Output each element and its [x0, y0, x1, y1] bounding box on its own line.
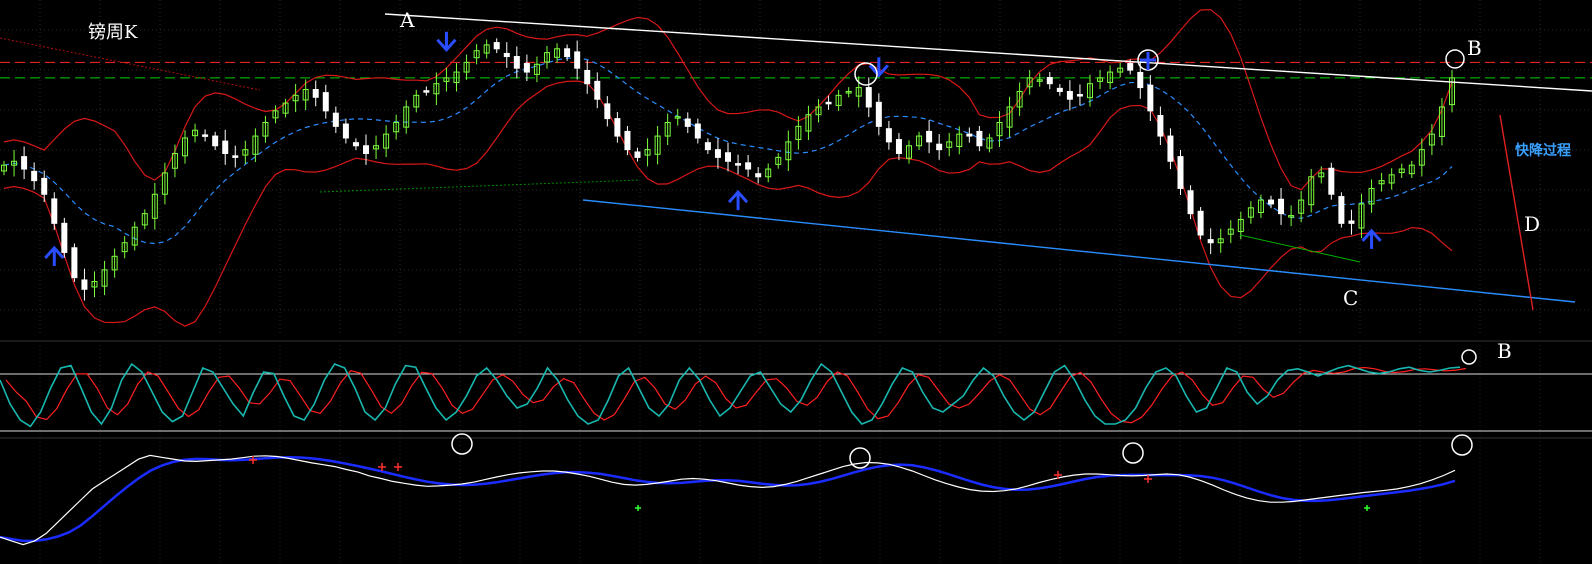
- candle-body: [875, 101, 882, 127]
- candle-body: [684, 118, 691, 127]
- divergence-line: [1239, 234, 1361, 263]
- candle-body: [725, 152, 731, 162]
- candle-body: [614, 118, 621, 137]
- candle-body: [735, 163, 742, 166]
- candle-body: [1167, 135, 1174, 162]
- circle-marker: [854, 62, 878, 86]
- candle-body: [1268, 199, 1274, 205]
- candle-body: [342, 123, 349, 139]
- label-b: B: [1467, 36, 1482, 60]
- candle-body: [71, 247, 78, 279]
- label-a: A: [400, 8, 415, 32]
- circle-marker: [849, 447, 871, 469]
- candle-body: [1177, 156, 1184, 189]
- candle-body: [926, 130, 933, 143]
- candle-body: [21, 156, 28, 170]
- candle-body: [1278, 198, 1285, 215]
- candle-body: [1207, 239, 1214, 244]
- candle-body: [936, 143, 943, 151]
- candle-body: [41, 177, 48, 195]
- candle-body: [574, 51, 581, 69]
- label-c: C: [1343, 286, 1359, 310]
- label-fast-drop: 快降过程: [1515, 143, 1571, 159]
- candle-body: [624, 130, 631, 151]
- candle-body: [1076, 94, 1083, 97]
- ma-long-dotted: [0, 37, 261, 91]
- buy-arrow-icon: [44, 245, 65, 266]
- candle-body: [503, 52, 510, 58]
- candle-body: [895, 139, 902, 155]
- label-d: D: [1524, 212, 1541, 236]
- macd-line: [0, 454, 1456, 546]
- label-b-oscillator: B: [1497, 339, 1512, 363]
- osc-d-line: [5, 366, 1467, 424]
- candle-body: [1197, 210, 1204, 236]
- candle-body: [825, 101, 832, 105]
- price-chart: [0, 0, 1592, 564]
- candle-body: [1127, 63, 1134, 71]
- candle-body: [604, 103, 611, 120]
- candle-body: [1046, 76, 1053, 85]
- sell-arrow-icon: [436, 31, 457, 52]
- candle-body: [755, 173, 762, 178]
- candle-body: [1066, 90, 1073, 100]
- candle-body: [363, 145, 369, 155]
- candle-body: [232, 155, 239, 158]
- candle-body: [31, 170, 38, 182]
- green-plus-icon: [1364, 505, 1370, 511]
- candle-body: [202, 134, 209, 137]
- chart-title: 镑周K: [88, 22, 138, 43]
- candle-body: [1157, 115, 1164, 137]
- candle-body: [1348, 220, 1355, 224]
- candle-body: [51, 198, 58, 224]
- red-plus-icon: [394, 463, 402, 471]
- candle-body: [865, 87, 872, 108]
- candle-body: [885, 128, 892, 143]
- candle-body: [513, 56, 520, 69]
- candle-body: [523, 63, 530, 73]
- candle-body: [1056, 87, 1063, 92]
- candle-body: [81, 279, 88, 290]
- circle-marker: [1461, 349, 1477, 365]
- osc-k-line: [0, 362, 1461, 428]
- candle-body: [1338, 196, 1345, 224]
- bollinger-lower: [3, 80, 1453, 327]
- candle-body: [584, 70, 591, 85]
- candle-body: [564, 48, 571, 58]
- trendline-bottom: [582, 199, 1576, 303]
- sell-arrow-icon: [1140, 52, 1156, 70]
- candle-body: [312, 89, 319, 98]
- candle-body: [1137, 71, 1144, 89]
- candle-body: [222, 140, 229, 155]
- circle-marker: [1445, 49, 1465, 69]
- candle-body: [493, 42, 500, 50]
- candle-body: [694, 123, 701, 139]
- candle-body: [61, 222, 68, 253]
- candle-body: [1328, 167, 1335, 195]
- circle-marker: [451, 433, 473, 455]
- candle-body: [1147, 84, 1154, 112]
- candle-body: [352, 142, 359, 147]
- macd-signal-line: [0, 456, 1456, 543]
- candle-body: [212, 135, 219, 147]
- candle-body: [332, 112, 339, 127]
- circle-marker: [1122, 442, 1144, 464]
- candle-body: [704, 142, 711, 151]
- buy-arrow-icon: [727, 189, 749, 211]
- candle-body: [976, 130, 983, 147]
- candle-body: [634, 151, 641, 158]
- candle-body: [322, 92, 329, 112]
- candle-body: [714, 149, 721, 158]
- candle-body: [594, 80, 601, 100]
- candle-body: [745, 162, 752, 170]
- candle-body: [423, 90, 430, 93]
- candle-body: [1187, 190, 1194, 215]
- candle-body: [966, 133, 973, 137]
